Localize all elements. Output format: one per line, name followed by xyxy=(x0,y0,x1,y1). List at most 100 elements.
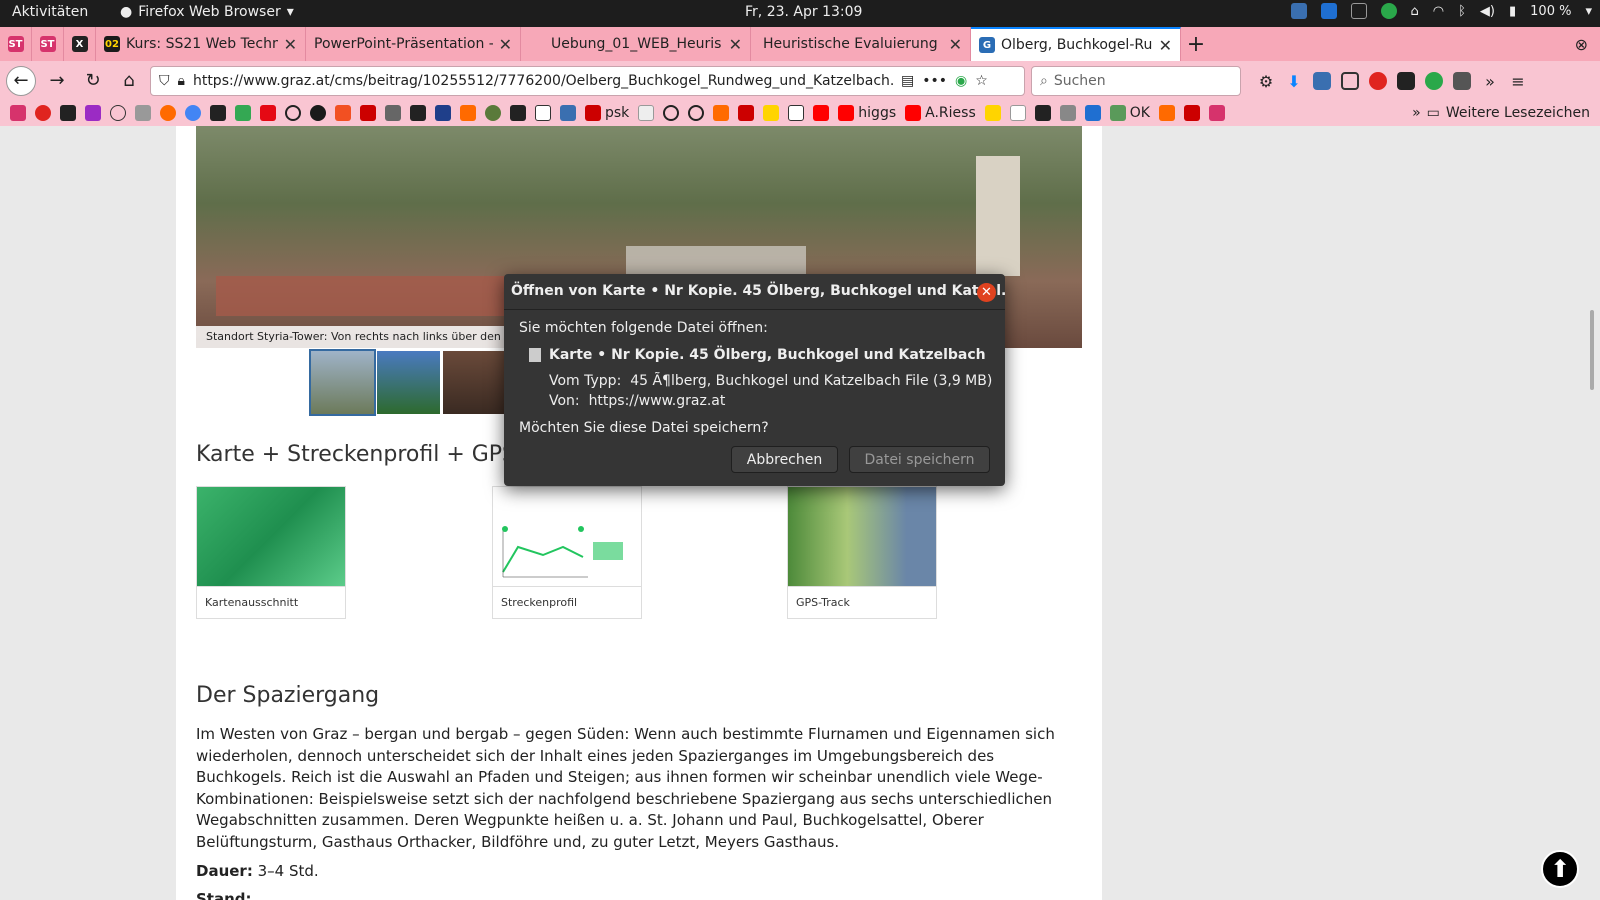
clock[interactable]: Fr, 23. Apr 13:09 xyxy=(745,4,862,20)
close-tab-icon[interactable]: ✕ xyxy=(284,35,297,54)
extension-icon[interactable]: ◉ xyxy=(955,73,967,89)
bookmark-icon[interactable] xyxy=(85,105,101,121)
close-tab-icon[interactable]: ✕ xyxy=(729,35,742,54)
bookmark-icon[interactable] xyxy=(1009,105,1026,121)
cancel-button[interactable]: Abbrechen xyxy=(731,446,838,473)
bookmark-higgs[interactable]: higgs xyxy=(838,105,896,121)
bookmark-icon[interactable] xyxy=(60,105,76,121)
bookmark-icon[interactable] xyxy=(1084,105,1101,121)
gear-icon[interactable]: ⚙ xyxy=(1257,72,1275,91)
pen-extension-icon[interactable] xyxy=(1453,71,1471,90)
close-tab-icon[interactable]: ✕ xyxy=(499,35,512,54)
mask-icon[interactable] xyxy=(1397,71,1415,90)
google-icon[interactable] xyxy=(185,105,201,121)
maps-icon[interactable] xyxy=(235,105,251,121)
close-tab-icon[interactable]: ✕ xyxy=(1159,36,1172,55)
bookmark-icon[interactable] xyxy=(560,105,576,121)
thumbnail[interactable] xyxy=(309,349,376,416)
reload-button[interactable]: ↻ xyxy=(78,66,108,96)
url-bar[interactable]: ⛉ 🔒︎ https://www.graz.at/cms/beitrag/102… xyxy=(150,65,1025,96)
amazon-icon[interactable] xyxy=(210,105,226,121)
close-window-icon[interactable]: ⊗ xyxy=(1575,35,1588,54)
bookmark-icon[interactable] xyxy=(984,105,1001,121)
hamburger-menu-icon[interactable]: ≡ xyxy=(1509,72,1527,91)
volume-icon[interactable]: ◀) xyxy=(1480,4,1495,19)
bookmark-icon[interactable] xyxy=(1158,105,1175,121)
tab-oelberg[interactable]: G Ölberg, Buchkogel-Rund ✕ xyxy=(971,27,1181,61)
tray-app-icon[interactable] xyxy=(1290,3,1307,19)
battery-icon[interactable]: ▮ xyxy=(1509,4,1516,19)
bookmark-icon[interactable] xyxy=(485,105,501,121)
bookmark-icon[interactable] xyxy=(160,105,176,121)
tab-heuristische[interactable]: Heuristische Evaluierung ✕ xyxy=(751,27,971,61)
lock-icon[interactable]: 🔒︎ xyxy=(178,73,185,89)
status-icon[interactable] xyxy=(1380,3,1397,19)
dialog-close-button[interactable]: ✕ xyxy=(977,283,996,302)
wikipedia-icon[interactable] xyxy=(535,105,551,121)
adblock-icon[interactable] xyxy=(1369,71,1387,90)
notes-icon[interactable] xyxy=(1350,3,1367,19)
home-icon[interactable]: ⌂ xyxy=(1411,4,1419,19)
shield-bookmark-icon[interactable] xyxy=(435,105,451,121)
radio-icon[interactable] xyxy=(385,105,401,121)
tab-powerpoint[interactable]: PowerPoint-Präsentation - 0 ✕ xyxy=(306,27,521,61)
bluetooth-icon[interactable]: ᛒ xyxy=(1458,4,1466,19)
overflow-menu-icon[interactable]: » xyxy=(1481,72,1499,91)
bookmark-icon[interactable] xyxy=(110,105,126,121)
app-menu[interactable]: ● Firefox Web Browser ▾ xyxy=(120,4,294,20)
blocked-icon[interactable] xyxy=(688,105,705,121)
bookmark-icon[interactable] xyxy=(738,105,755,121)
bookmark-ok[interactable]: OK xyxy=(1109,105,1150,121)
bookmark-icon[interactable] xyxy=(763,105,780,121)
page-actions-icon[interactable]: ••• xyxy=(922,73,947,89)
hand-icon[interactable] xyxy=(638,105,655,121)
tab-uebung[interactable]: Uebung_01_WEB_Heuris ✕ xyxy=(521,27,751,61)
card-streckenprofil[interactable]: Streckenprofil xyxy=(492,486,642,619)
home-button[interactable]: ⌂ xyxy=(114,66,144,96)
wifi-icon[interactable]: ◠ xyxy=(1433,4,1444,19)
globe-icon[interactable] xyxy=(663,105,680,121)
bookmark-icon[interactable] xyxy=(1059,105,1076,121)
more-bookmarks[interactable]: » ▭ Weitere Lesezeichen xyxy=(1412,105,1590,121)
bookmark-icon[interactable] xyxy=(460,105,476,121)
close-tab-icon[interactable]: ✕ xyxy=(949,35,962,54)
thumbnail[interactable] xyxy=(443,351,506,414)
youtube-icon[interactable] xyxy=(813,105,830,121)
hp-icon[interactable] xyxy=(1320,3,1337,19)
news-icon[interactable] xyxy=(410,105,426,121)
system-menu-icon[interactable]: ▾ xyxy=(1585,4,1592,19)
bookmark-psk[interactable]: psk xyxy=(585,105,629,121)
moodle-icon[interactable] xyxy=(310,105,326,121)
bookmark-star-icon[interactable]: ☆ xyxy=(975,73,988,89)
search-box[interactable]: ⌕ Suchen xyxy=(1031,65,1241,96)
thumbnail[interactable] xyxy=(377,351,440,414)
download-icon[interactable]: ⬇ xyxy=(1285,72,1303,91)
pinned-tab-1[interactable]: ST xyxy=(0,27,32,61)
bookmark-icon[interactable] xyxy=(510,105,526,121)
pinned-tab-2[interactable]: ST xyxy=(32,27,64,61)
bookmark-riess[interactable]: A.Riess xyxy=(905,105,976,121)
url-text[interactable]: https://www.graz.at/cms/beitrag/10255512… xyxy=(193,73,893,89)
scroll-to-top-button[interactable]: ⬆ xyxy=(1541,850,1579,888)
bookmark-icon[interactable] xyxy=(1208,105,1225,121)
forward-button[interactable]: → xyxy=(42,66,72,96)
globe-icon[interactable] xyxy=(285,105,301,121)
bookmark-icon[interactable] xyxy=(713,105,730,121)
microsoft-icon[interactable] xyxy=(335,105,351,121)
wikipedia-icon[interactable] xyxy=(788,105,805,121)
sync-icon[interactable] xyxy=(1341,71,1359,90)
bookmark-icon[interactable] xyxy=(1034,105,1051,121)
reader-view-icon[interactable]: ▤ xyxy=(901,73,914,89)
new-tab-button[interactable]: + xyxy=(1181,27,1211,61)
bookmark-icon[interactable] xyxy=(35,105,51,121)
card-kartenausschnitt[interactable]: Kartenausschnitt xyxy=(196,486,346,619)
shield-icon[interactable]: ⛉ xyxy=(159,73,170,89)
calendar-icon[interactable] xyxy=(360,105,376,121)
pinned-tab-3[interactable]: X xyxy=(64,27,96,61)
page-scrollbar[interactable] xyxy=(1590,310,1594,390)
bookmark-icon[interactable] xyxy=(10,105,26,121)
activities-button[interactable]: Aktivitäten xyxy=(12,4,88,20)
card-gps-track[interactable]: GPS-Track xyxy=(787,486,937,619)
bookmark-icon[interactable] xyxy=(135,105,151,121)
green-extension-icon[interactable] xyxy=(1425,71,1443,90)
